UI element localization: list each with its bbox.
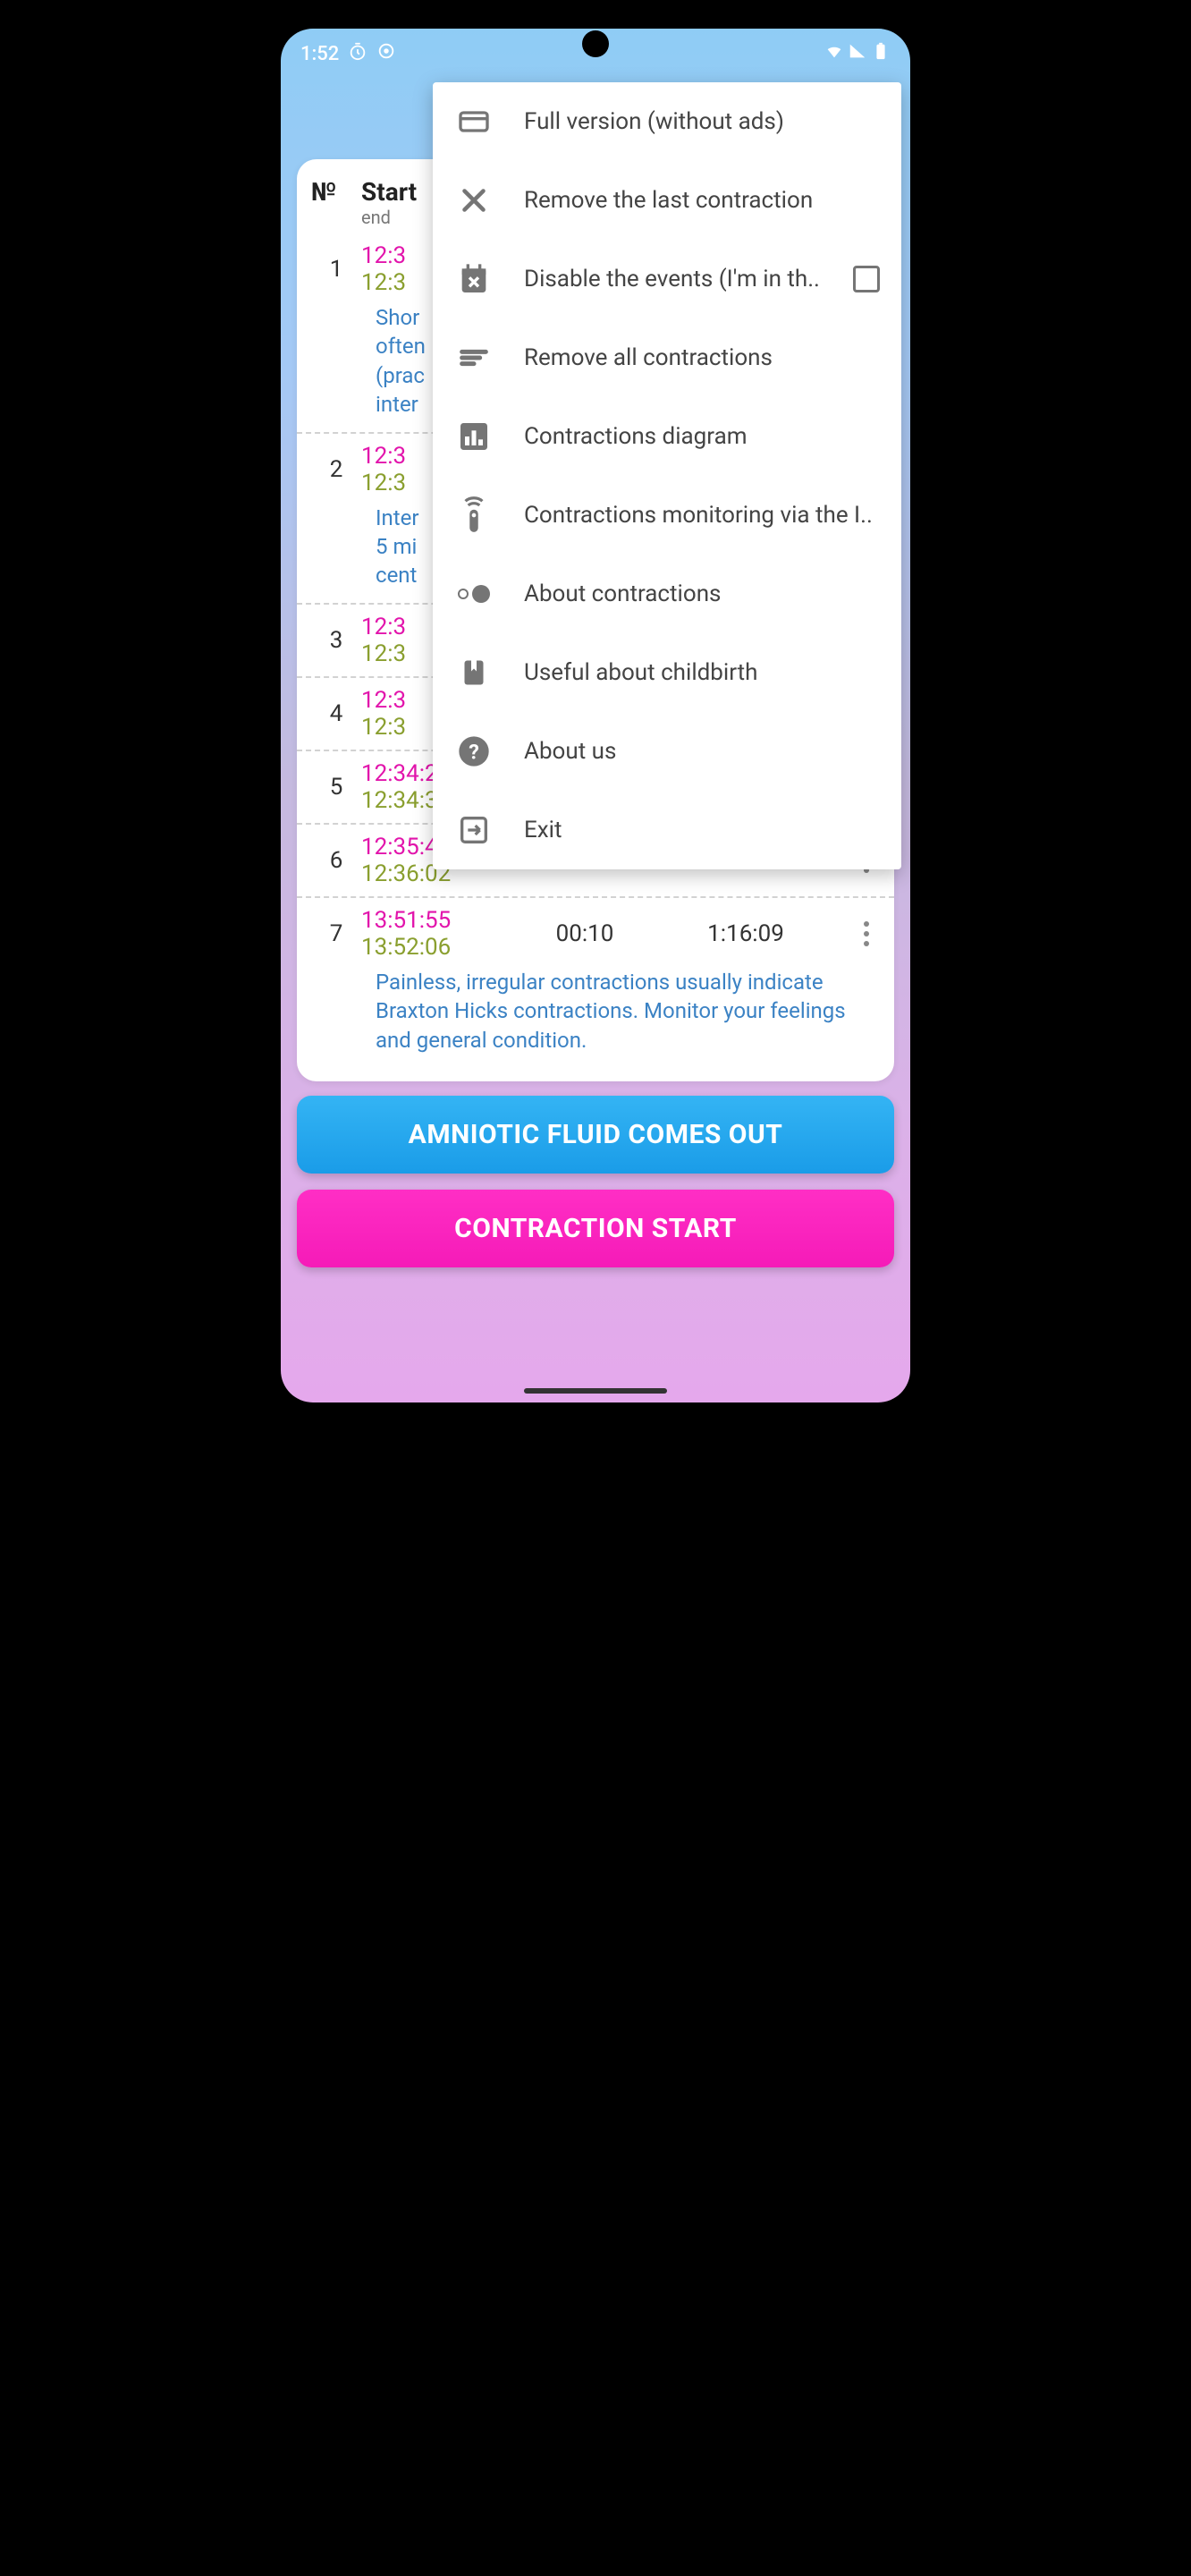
amniotic-fluid-button[interactable]: AMNIOTIC FLUID COMES OUT: [297, 1096, 894, 1174]
bookmark-icon: [454, 653, 494, 692]
row-times: 13:51:55 13:52:06: [361, 907, 504, 961]
menu-label: Full version (without ads): [524, 108, 880, 135]
menu-item-remote[interactable]: Contractions monitoring via the I..: [433, 476, 901, 555]
menu-item-calendar-x[interactable]: Disable the events (I'm in th..: [433, 240, 901, 318]
battery-icon: [871, 41, 891, 66]
header-num: №: [311, 177, 361, 228]
signal-icon: [848, 41, 867, 66]
table-row: 7 13:51:55 13:52:06 00:10 1:16:09 Painle…: [297, 896, 894, 1067]
list-icon: [454, 338, 494, 377]
menu-label: About us: [524, 738, 880, 765]
menu-item-help[interactable]: ? About us: [433, 712, 901, 791]
menu-label: Exit: [524, 817, 880, 843]
row-number: 1: [311, 256, 361, 283]
row-number: 6: [311, 847, 361, 874]
menu-label: Remove the last contraction: [524, 187, 880, 214]
row-number: 2: [311, 456, 361, 483]
target-icon: [376, 41, 396, 66]
menu-label: Remove all contractions: [524, 344, 880, 371]
menu-item-card[interactable]: Full version (without ads): [433, 82, 901, 161]
menu-item-exit[interactable]: Exit: [433, 791, 901, 869]
menu-label: Disable the events (I'm in th..: [524, 266, 823, 292]
row-interval: 1:16:09: [665, 920, 826, 947]
exit-icon: [454, 810, 494, 850]
dots-h-icon: [454, 574, 494, 614]
timer-icon: [348, 41, 367, 66]
menu-label: Contractions diagram: [524, 423, 880, 450]
row-start-time: 13:51:55: [361, 907, 504, 934]
menu-item-close[interactable]: Remove the last contraction: [433, 161, 901, 240]
menu-item-bookmark[interactable]: Useful about childbirth: [433, 633, 901, 712]
contraction-start-button[interactable]: CONTRACTION START: [297, 1190, 894, 1267]
status-time: 1:52: [300, 43, 339, 65]
card-icon: [454, 102, 494, 141]
device-frame: 1:52 C: [270, 18, 921, 1413]
menu-item-chart[interactable]: Contractions diagram: [433, 397, 901, 476]
wifi-icon: [824, 41, 844, 66]
row-menu-button[interactable]: [826, 921, 880, 946]
status-left: 1:52: [300, 41, 396, 66]
row-number: 3: [311, 627, 361, 654]
screen: 1:52 C: [281, 29, 910, 1402]
calendar-x-icon: [454, 259, 494, 299]
help-icon: ?: [454, 732, 494, 771]
row-number: 7: [311, 920, 361, 947]
menu-item-list[interactable]: Remove all contractions: [433, 318, 901, 397]
close-icon: [454, 181, 494, 220]
remote-icon: [454, 496, 494, 535]
row-duration: 00:10: [504, 920, 665, 947]
overflow-menu: Full version (without ads) Remove the las…: [433, 82, 901, 869]
chart-icon: [454, 417, 494, 456]
menu-label: Useful about childbirth: [524, 659, 880, 686]
status-right: [824, 41, 891, 66]
checkbox[interactable]: [853, 266, 880, 292]
row-end-time: 13:52:06: [361, 934, 504, 961]
menu-label: About contractions: [524, 580, 880, 607]
row-note: Painless, irregular contractions usually…: [311, 961, 880, 1058]
more-vert-icon: [864, 921, 869, 946]
menu-item-dots-h[interactable]: About contractions: [433, 555, 901, 633]
svg-text:?: ?: [469, 739, 479, 764]
row-number: 5: [311, 774, 361, 801]
camera-notch: [582, 30, 609, 57]
row-number: 4: [311, 700, 361, 727]
menu-label: Contractions monitoring via the I..: [524, 502, 880, 529]
home-indicator[interactable]: [524, 1388, 667, 1394]
